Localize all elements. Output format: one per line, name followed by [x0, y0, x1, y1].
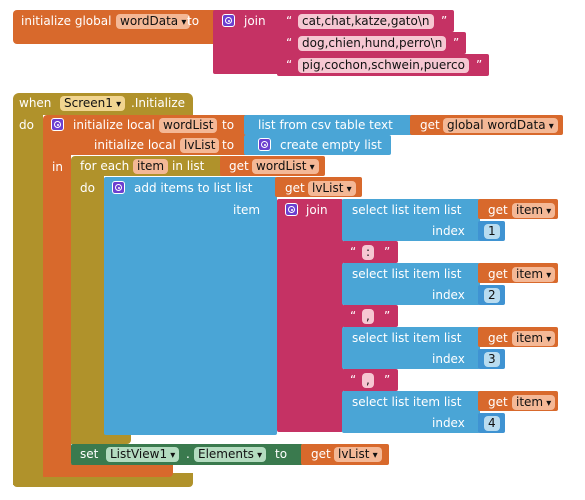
text-string-value[interactable]: ,: [362, 373, 374, 388]
get-label: get: [285, 181, 305, 195]
index-number-field[interactable]: 4: [484, 416, 500, 431]
get-var-dropdown[interactable]: item: [512, 395, 556, 410]
for-each-do-rail: [71, 176, 104, 444]
open-quote: “: [286, 58, 293, 72]
initialize-local-label: initialize local: [73, 118, 155, 132]
index-number-field[interactable]: 1: [484, 224, 500, 239]
do-label: do: [19, 118, 34, 132]
mutator-gear-icon[interactable]: [112, 181, 125, 194]
get-var-dropdown[interactable]: item: [512, 331, 556, 346]
join-block[interactable]: [277, 199, 343, 432]
global-var-name-field[interactable]: wordData: [116, 14, 191, 29]
to-label: to: [187, 14, 200, 28]
mutator-gear-icon[interactable]: [51, 118, 64, 131]
item-label: item: [233, 203, 261, 217]
set-label: set: [80, 447, 99, 461]
close-quote: ”: [476, 58, 483, 72]
local-var-name-field[interactable]: wordList: [159, 118, 218, 133]
index-label: index: [432, 288, 465, 302]
initialize-local-label: initialize local: [94, 138, 176, 152]
open-quote: “: [350, 373, 357, 387]
to-label: to: [275, 447, 288, 461]
text-string-value[interactable]: cat,chat,katze,gato\n: [298, 14, 434, 29]
text-string-value[interactable]: ,: [362, 309, 374, 324]
close-quote: ”: [384, 309, 391, 323]
when-label: when: [19, 96, 52, 110]
local-var-name-field[interactable]: lvList: [180, 138, 220, 153]
index-label: index: [432, 352, 465, 366]
property-dropdown[interactable]: Elements: [194, 447, 267, 462]
local-in-rail: [43, 155, 71, 477]
index-label: index: [432, 224, 465, 238]
to-label: to: [222, 118, 235, 132]
get-label: get: [488, 395, 508, 409]
open-quote: “: [350, 245, 357, 259]
index-label: index: [432, 416, 465, 430]
get-label: get: [488, 331, 508, 345]
close-quote: ”: [453, 36, 460, 50]
for-each-label: for each: [80, 159, 130, 173]
mutator-gear-icon[interactable]: [222, 14, 235, 27]
get-label: get: [488, 267, 508, 281]
initialize-global-label: initialize global: [21, 14, 112, 28]
open-quote: “: [350, 309, 357, 323]
add-items-label: add items to list list: [134, 181, 253, 195]
open-quote: “: [286, 14, 293, 28]
csv-table-label: list from csv table text: [258, 118, 393, 132]
event-name-label: .Initialize: [131, 96, 186, 110]
do-label: do: [80, 181, 95, 195]
get-var-dropdown[interactable]: wordList: [252, 159, 319, 174]
mutator-gear-icon[interactable]: [258, 138, 271, 151]
text-string-value[interactable]: :: [362, 245, 375, 260]
local-bottom-bar: [43, 464, 173, 477]
select-list-item-label: select list item list: [352, 395, 462, 409]
get-var-dropdown[interactable]: item: [512, 267, 556, 282]
get-var-dropdown[interactable]: item: [512, 203, 556, 218]
close-quote: ”: [441, 14, 448, 28]
loop-var-field[interactable]: item: [133, 159, 169, 174]
index-number-field[interactable]: 2: [484, 288, 500, 303]
dot-label: .: [186, 447, 190, 461]
index-number-field[interactable]: 3: [484, 352, 500, 367]
select-list-item-label: select list item list: [352, 267, 462, 281]
get-label: get: [420, 118, 440, 132]
join-label: join: [306, 203, 328, 217]
mutator-gear-icon[interactable]: [285, 203, 298, 216]
screen-component-dropdown[interactable]: Screen1: [60, 96, 126, 111]
in-list-label: in list: [172, 159, 205, 173]
to-label: to: [222, 138, 235, 152]
get-var-dropdown[interactable]: lvList: [334, 447, 382, 462]
open-quote: “: [286, 36, 293, 50]
component-dropdown[interactable]: ListView1: [106, 447, 180, 462]
close-quote: ”: [384, 373, 391, 387]
get-label: get: [311, 447, 331, 461]
close-quote: ”: [384, 245, 391, 259]
text-string-value[interactable]: pig,cochon,schwein,puerco: [298, 58, 469, 73]
event-do-rail: [13, 115, 43, 485]
select-list-item-label: select list item list: [352, 331, 462, 345]
get-label: get: [229, 159, 249, 173]
in-label: in: [52, 160, 63, 174]
join-label: join: [244, 14, 266, 28]
get-var-dropdown[interactable]: lvList: [308, 181, 356, 196]
get-label: get: [488, 203, 508, 217]
get-var-dropdown[interactable]: global wordData: [443, 118, 558, 133]
select-list-item-label: select list item list: [352, 203, 462, 217]
create-empty-list-label: create empty list: [280, 138, 382, 152]
text-string-value[interactable]: dog,chien,hund,perro\n: [298, 36, 447, 51]
